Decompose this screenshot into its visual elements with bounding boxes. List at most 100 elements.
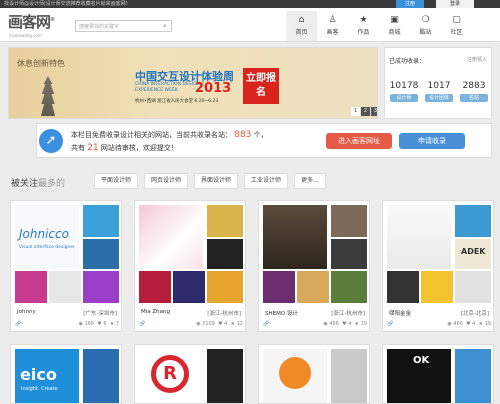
promo-banner[interactable]: 休息创新特色 中国交互设计体验周 CHINA INTERACTION DESIG… <box>8 47 378 119</box>
portfolio-thumb <box>263 271 295 303</box>
card-stats: ◉ 166 ♥ 6 ★ 7 <box>78 321 119 327</box>
portfolio-thumb <box>297 271 329 303</box>
designer-card[interactable]: SHEMO 设计 [浙江-杭州市] 🔗 ◉ 466 ♥ 4 ★ 19 <box>258 200 370 332</box>
nav-community[interactable]: ▢ 社区 <box>441 11 472 41</box>
carousel-page-3[interactable]: 3 <box>371 107 377 116</box>
link-icon[interactable]: 🔗 <box>263 321 269 327</box>
section-title-main: 被关注 <box>11 179 39 189</box>
portfolio-image <box>387 205 451 269</box>
filter-chips: 平面设计师 网页设计师 界面设计师 工业设计师 更多... <box>94 173 326 189</box>
chip-graphic[interactable]: 平面设计师 <box>94 173 139 189</box>
designer-location: [浙江-杭州市] <box>207 311 241 317</box>
designer-location: [广东-深圳市] <box>83 311 117 317</box>
register-button[interactable]: 注册 <box>396 0 424 8</box>
portfolio-thumb <box>15 271 47 303</box>
designer-name[interactable]: 缪阳金金 <box>389 309 411 317</box>
nav-label: 商城 <box>388 29 401 36</box>
portfolio-thumb <box>331 349 367 403</box>
chip-more[interactable]: 更多... <box>294 173 326 189</box>
designer-name[interactable]: Mia Zhang <box>141 309 170 315</box>
carousel-page-2[interactable]: 2 <box>361 107 370 116</box>
banner-tag: 休息创新特色 <box>17 59 65 68</box>
portfolio-thumb <box>207 239 243 269</box>
likes-count: 4 <box>472 321 476 327</box>
likes-count: 6 <box>103 321 107 327</box>
drop-icon: ❍ <box>421 15 430 25</box>
stat-value: 10178 <box>389 81 419 91</box>
designer-card[interactable]: R <box>134 344 246 404</box>
register-link[interactable]: 注册领入 <box>467 56 487 63</box>
chip-web[interactable]: 网页设计师 <box>144 173 189 189</box>
carousel-page-1[interactable]: 1 <box>351 107 360 116</box>
stat-sites[interactable]: 2883 名站 <box>457 81 491 102</box>
views-count: 3109 <box>202 321 215 327</box>
stat-label: 设计师 <box>390 94 418 102</box>
stat-value: 1017 <box>427 81 451 91</box>
designer-location: [北京-北京] <box>460 311 489 317</box>
designer-card[interactable] <box>258 344 370 404</box>
portfolio-brand: OK <box>413 355 430 366</box>
stat-designers[interactable]: 10178 设计师 <box>387 81 421 102</box>
portfolio-caption: Insight. Create <box>21 386 58 392</box>
enter-site-button[interactable]: 进入画客网址 <box>326 133 392 149</box>
stat-teams[interactable]: 1017 设计团体 <box>422 81 456 102</box>
designer-location: [浙江-杭州市] <box>331 311 365 317</box>
designer-card[interactable]: OK <box>382 344 494 404</box>
chip-ui[interactable]: 界面设计师 <box>194 173 239 189</box>
notice-bar: ➚ 本栏目免费收录设计相关的网站，当前共收录名站： 883 个， 共有 21 网… <box>36 123 492 158</box>
notice-text: 共有 <box>71 144 85 152</box>
nav-shop[interactable]: ▣ 商城 <box>379 11 410 41</box>
designer-card[interactable]: ADEK 缪阳金金 [北京-北京] 🔗 ◉ 466 ♥ 4 ★ 19 <box>382 200 494 332</box>
designer-card[interactable]: eico Insight. Create <box>10 344 122 404</box>
shop-icon: ▣ <box>390 15 399 25</box>
apply-button[interactable]: 申请收录 <box>399 133 465 149</box>
logo[interactable]: 画客网® <box>8 11 55 32</box>
portfolio-brand: Johnicco <box>19 227 69 241</box>
designer-card[interactable]: Johnicco Visual interface designer Johnn… <box>10 200 122 332</box>
designer-card[interactable]: Mia Zhang [浙江-杭州市] 🔗 ◉ 3109 ♥ 4 ★ 12 <box>134 200 246 332</box>
portfolio-thumb <box>421 271 453 303</box>
card-stats: ◉ 3109 ♥ 4 ★ 12 <box>196 321 243 327</box>
search-input[interactable]: 搜索要找的关键字 <box>75 20 172 32</box>
nav-designers[interactable]: ♙ 画客 <box>317 11 348 41</box>
portfolio-caption: Visual interface designer <box>19 245 75 250</box>
notice-text: 网站待审核，欢迎提交！ <box>100 144 178 152</box>
nav-cool-sites[interactable]: ❍ 酷站 <box>410 11 441 41</box>
home-icon: ⌂ <box>298 15 305 25</box>
designer-name[interactable]: Johnny <box>17 309 36 315</box>
nav-works[interactable]: ★ 作品 <box>348 11 379 41</box>
notice-text: 本栏目免费收录设计相关的网站，当前共收录名站： <box>71 131 232 139</box>
portfolio-thumb <box>207 205 243 237</box>
views-count: 166 <box>84 321 95 327</box>
favs-count: 7 <box>115 321 119 327</box>
portfolio-thumb <box>83 239 119 269</box>
portfolio-thumb <box>455 349 491 403</box>
reddit-logo-icon <box>279 357 311 389</box>
logo-text: 画客网 <box>8 13 51 31</box>
banner-cta-button[interactable]: 立即报名 <box>243 68 279 104</box>
portfolio-thumb <box>331 205 367 237</box>
portfolio-thumb <box>83 205 119 237</box>
search-icon[interactable]: ⌕ <box>160 21 170 31</box>
portfolio-thumb <box>387 271 419 303</box>
chip-industrial[interactable]: 工业设计师 <box>244 173 289 189</box>
pagoda-image <box>40 76 56 116</box>
likes-count: 4 <box>224 321 228 327</box>
portfolio-image <box>139 205 203 269</box>
portfolio-image <box>263 349 327 403</box>
logo-mark: ® <box>50 17 55 23</box>
banner-year: 2013 <box>195 81 232 96</box>
portfolio-brand: ADEK <box>461 247 486 256</box>
link-icon[interactable]: 🔗 <box>139 321 145 327</box>
views-count: 466 <box>453 321 463 327</box>
designer-name[interactable]: SHEMO 设计 <box>265 309 298 317</box>
stat-label: 名站 <box>460 94 488 102</box>
portfolio-thumb <box>173 271 205 303</box>
nav-home[interactable]: ⌂ 首页 <box>286 11 317 41</box>
link-icon[interactable]: 🔗 <box>15 321 21 327</box>
link-icon[interactable]: 🔗 <box>387 321 393 327</box>
portfolio-thumb <box>455 205 491 237</box>
banner-location: 杭州•西湖 浙江省人民大会堂 6.20~6.23 <box>135 99 219 104</box>
login-button[interactable]: 登录 <box>436 0 474 8</box>
header: 画客网® huakewang.com 搜索要找的关键字 ⌕ ⌂ 首页 ♙ 画客 ★ 作… <box>0 8 500 42</box>
